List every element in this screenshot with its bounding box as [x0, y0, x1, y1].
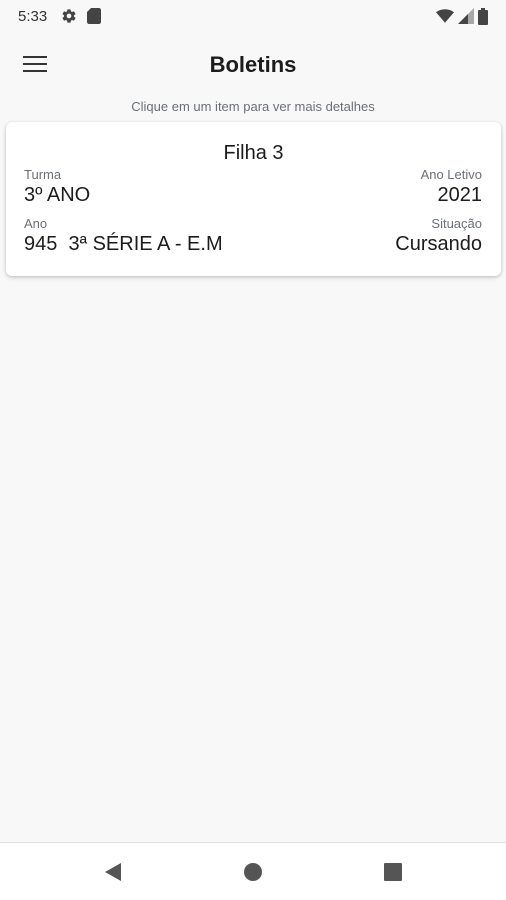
recents-button[interactable]: [380, 859, 406, 885]
app-bar: Boletins: [0, 32, 506, 96]
turma-value: 3º ANO: [24, 184, 91, 206]
turma-label: Turma: [24, 167, 62, 182]
status-time: 5:33: [18, 7, 48, 25]
gear-icon: [62, 9, 76, 23]
page-title: Boletins: [209, 52, 297, 77]
ano-label: Ano: [24, 216, 48, 231]
recents-icon[interactable]: [383, 862, 403, 882]
situacao-value: Cursando: [395, 233, 482, 255]
back-icon[interactable]: [103, 862, 123, 882]
situacao-label: Situação: [431, 216, 482, 231]
battery-icon: [478, 7, 488, 25]
status-bar: 5:33: [0, 0, 506, 32]
status-right: [436, 7, 488, 25]
ano-value: 945 3ª SÉRIE A - E.M: [24, 233, 223, 255]
ano-letivo-value: 2021: [437, 184, 483, 206]
hint-text: Clique em um item para ver mais detalhes: [131, 99, 375, 114]
navigation-bar: [0, 842, 506, 900]
home-icon[interactable]: [243, 862, 263, 882]
signal-icon: [458, 8, 474, 24]
boletim-card[interactable]: Filha 3 Turma 3º ANO Ano Letivo 2021 Ano…: [6, 122, 501, 276]
sd-card-icon: [87, 8, 102, 24]
home-button[interactable]: [240, 859, 266, 885]
status-left: 5:33: [18, 8, 111, 25]
card-title: Filha 3: [223, 142, 284, 164]
ano-letivo-label: Ano Letivo: [420, 167, 482, 182]
wifi-icon: [436, 9, 454, 23]
back-button[interactable]: [100, 859, 126, 885]
